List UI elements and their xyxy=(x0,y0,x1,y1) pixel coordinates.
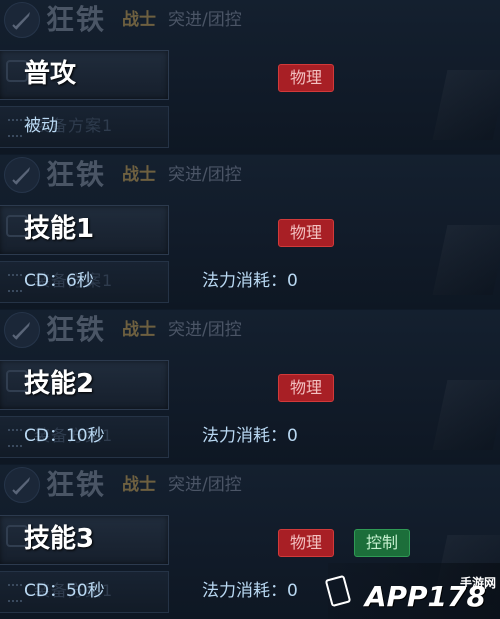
skill-name: 普攻 xyxy=(24,59,77,89)
physical-tag: 物理 xyxy=(278,64,335,92)
hero-class: 战士 xyxy=(122,165,156,185)
physical-tag: 物理 xyxy=(278,219,335,247)
list-icon xyxy=(8,119,22,137)
list-icon xyxy=(8,429,22,447)
hero-header: 狂铁 战士 突进/团控 xyxy=(0,155,500,195)
hero-name: 狂铁 xyxy=(46,158,107,191)
control-tag: 控制 xyxy=(354,529,411,557)
hero-header: 狂铁 战士 突进/团控 xyxy=(0,0,500,40)
skill-name: 技能2 xyxy=(24,369,95,399)
skill-panel-basic-attack: 狂铁 战士 突进/团控 普攻 物理 装备方案1 被动 xyxy=(0,0,500,154)
hero-sword-icon xyxy=(4,312,40,348)
hero-class: 战士 xyxy=(122,10,156,30)
site-watermark: 手游网 APP178 xyxy=(324,563,500,619)
hero-header: 狂铁 战士 突进/团控 xyxy=(0,465,500,505)
hero-sword-icon xyxy=(4,157,40,193)
skill-panel-skill-1: 狂铁 战士 突进/团控 技能1 物理 装备方案1 CD：6秒 法力消耗：0 xyxy=(0,155,500,309)
skill-name: 技能1 xyxy=(24,214,95,244)
hero-roles: 突进/团控 xyxy=(168,10,242,30)
list-icon xyxy=(8,584,22,602)
mana-cost-label: 法力消耗：0 xyxy=(202,426,298,446)
hero-header: 狂铁 战士 突进/团控 xyxy=(0,310,500,350)
hero-roles: 突进/团控 xyxy=(168,320,242,340)
skill-name: 技能3 xyxy=(24,524,95,554)
cooldown-label: CD：6秒 xyxy=(24,271,94,291)
cooldown-label: CD：50秒 xyxy=(24,581,105,601)
mana-cost-label: 法力消耗：0 xyxy=(202,271,298,291)
physical-tag: 物理 xyxy=(278,529,335,557)
hero-roles: 突进/团控 xyxy=(168,475,242,495)
list-icon xyxy=(8,274,22,292)
skill-panel-skill-2: 狂铁 战士 突进/团控 技能2 物理 装备方案1 CD：10秒 法力消耗：0 xyxy=(0,310,500,464)
hero-name: 狂铁 xyxy=(46,313,107,346)
hero-name: 狂铁 xyxy=(46,3,107,36)
phone-icon xyxy=(324,574,352,608)
hero-roles: 突进/团控 xyxy=(168,165,242,185)
hero-class: 战士 xyxy=(122,475,156,495)
watermark-text: APP178 xyxy=(364,580,486,613)
hero-name: 狂铁 xyxy=(46,468,107,501)
passive-label: 被动 xyxy=(24,116,58,136)
hero-sword-icon xyxy=(4,2,40,38)
cooldown-label: CD：10秒 xyxy=(24,426,105,446)
hero-sword-icon xyxy=(4,467,40,503)
physical-tag: 物理 xyxy=(278,374,335,402)
skill-screenshot-page: 狂铁 战士 突进/团控 普攻 物理 装备方案1 被动 狂铁 战士 突进/团控 技… xyxy=(0,0,500,619)
hero-class: 战士 xyxy=(122,320,156,340)
mana-cost-label: 法力消耗：0 xyxy=(202,581,298,601)
